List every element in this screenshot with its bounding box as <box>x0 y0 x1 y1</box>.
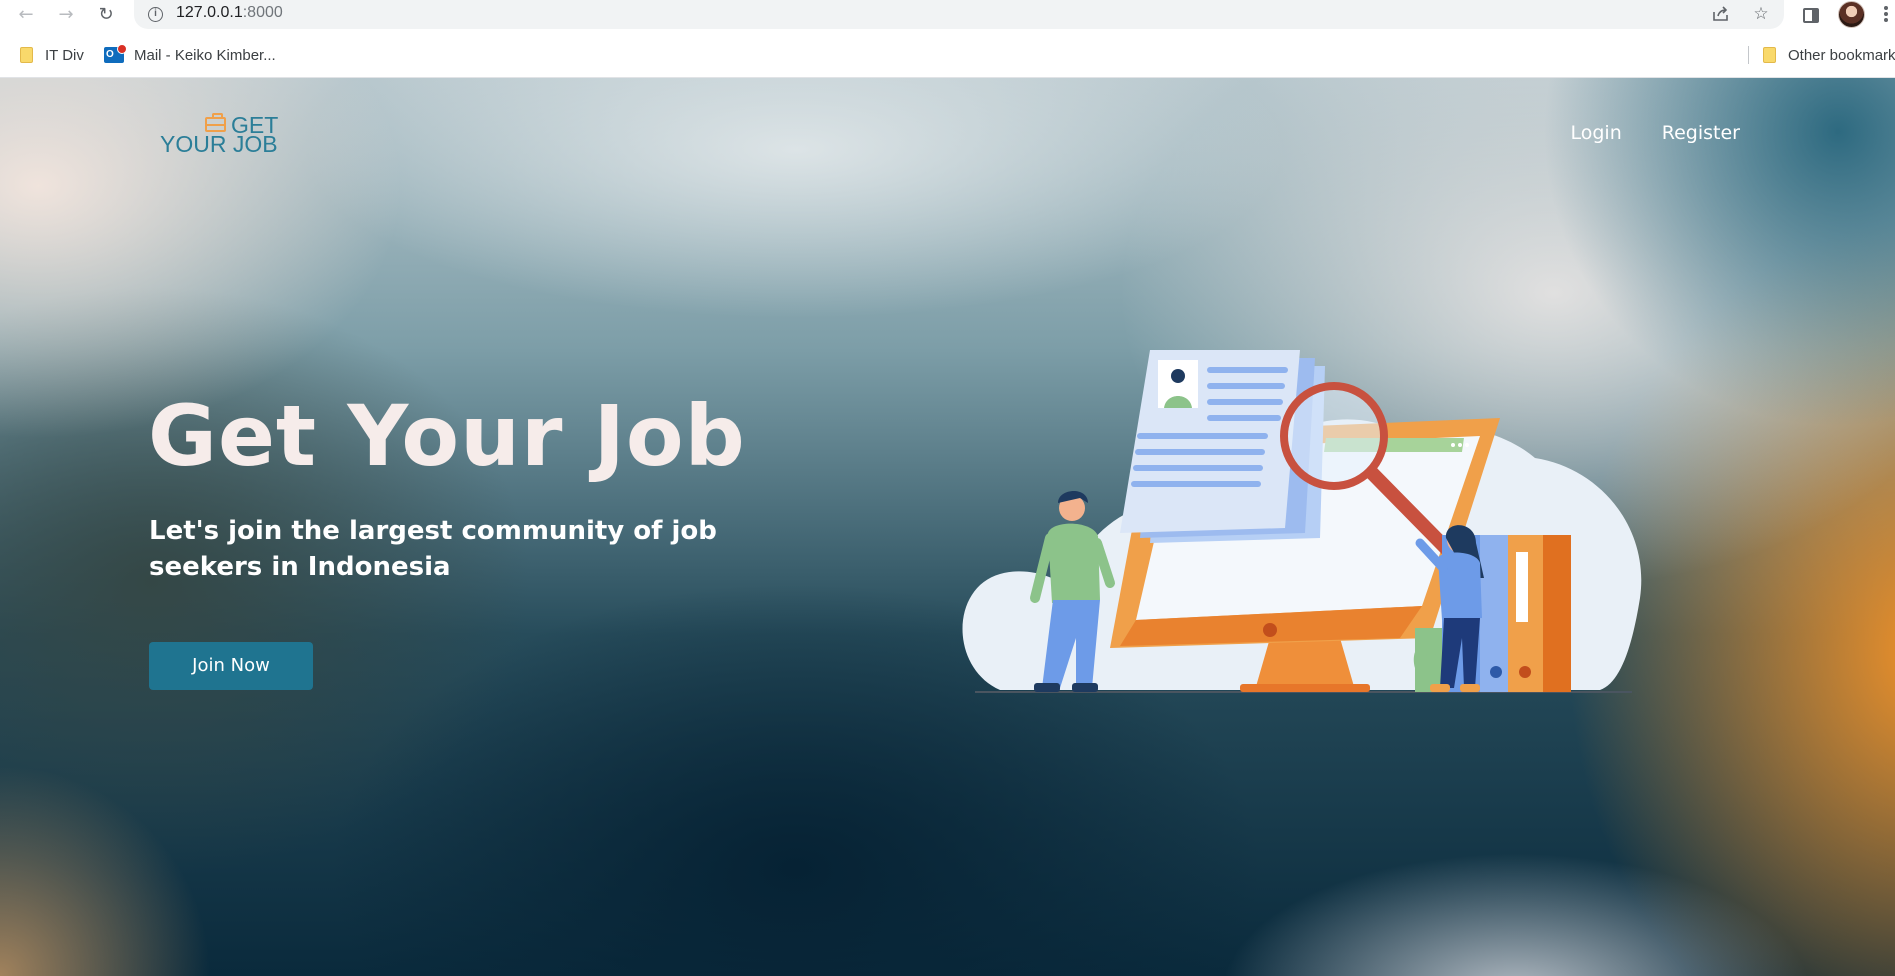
folder-icon <box>20 47 33 63</box>
monitor-stand <box>1255 638 1355 690</box>
outlook-icon: O <box>104 44 127 63</box>
folder-icon <box>1763 47 1776 63</box>
site-info-icon[interactable]: i <box>148 7 163 22</box>
share-icon[interactable] <box>1709 3 1733 25</box>
other-bookmarks-label: Other bookmarks <box>1788 46 1895 64</box>
bookmark-label: Mail - Keiko Kimber... <box>134 46 276 64</box>
man-shirt <box>1048 523 1100 603</box>
job-search-illustration <box>962 350 1642 693</box>
bookmarks-bar: IT Div O Mail - Keiko Kimber... Other bo… <box>0 40 1895 70</box>
bookmark-star-icon[interactable]: ☆ <box>1749 3 1773 25</box>
woman-jacket <box>1438 552 1482 620</box>
reload-icon[interactable]: ↻ <box>93 3 119 27</box>
register-link[interactable]: Register <box>1662 121 1740 145</box>
monitor-base <box>1240 684 1370 692</box>
site-logo[interactable]: GET YOUR JOB <box>160 113 285 158</box>
back-arrow-icon[interactable]: ← <box>13 3 39 27</box>
other-bookmarks[interactable]: Other bookmarks <box>1763 44 1895 66</box>
hero-section: GET YOUR JOB Login Register Get Your Job… <box>0 78 1895 976</box>
url-host: 127.0.0.1 <box>176 4 243 21</box>
forward-arrow-icon[interactable]: → <box>53 3 79 27</box>
join-now-button[interactable]: Join Now <box>149 642 313 690</box>
top-navigation: Login Register <box>1571 121 1741 145</box>
binder-orange-2 <box>1543 535 1571 692</box>
bookmark-mail[interactable]: O Mail - Keiko Kimber... <box>104 44 276 66</box>
login-link[interactable]: Login <box>1571 121 1622 145</box>
side-panel-icon[interactable] <box>1799 3 1823 27</box>
browser-chrome: ← → ↻ i 127.0.0.1:8000 ☆ IT Div O Mail -… <box>0 0 1895 78</box>
document-front <box>1120 350 1300 533</box>
url-port: :8000 <box>242 4 283 21</box>
address-bar[interactable]: i 127.0.0.1:8000 ☆ <box>134 0 1784 29</box>
monitor-button <box>1263 623 1277 637</box>
bookmark-label: IT Div <box>45 46 84 64</box>
bookmarks-divider <box>1748 46 1749 64</box>
hero-subtitle: Let's join the largest community of job … <box>149 516 717 582</box>
bookmark-it-div[interactable]: IT Div <box>20 44 84 66</box>
briefcase-icon <box>205 113 226 132</box>
url-text[interactable]: 127.0.0.1:8000 <box>176 4 283 22</box>
logo-text-bottom: YOUR JOB <box>160 131 278 157</box>
browser-toolbar: ← → ↻ i 127.0.0.1:8000 ☆ <box>0 0 1895 30</box>
hero-title: Get Your Job <box>148 387 746 485</box>
browser-menu-icon[interactable] <box>1884 6 1889 24</box>
profile-avatar[interactable] <box>1838 1 1865 28</box>
